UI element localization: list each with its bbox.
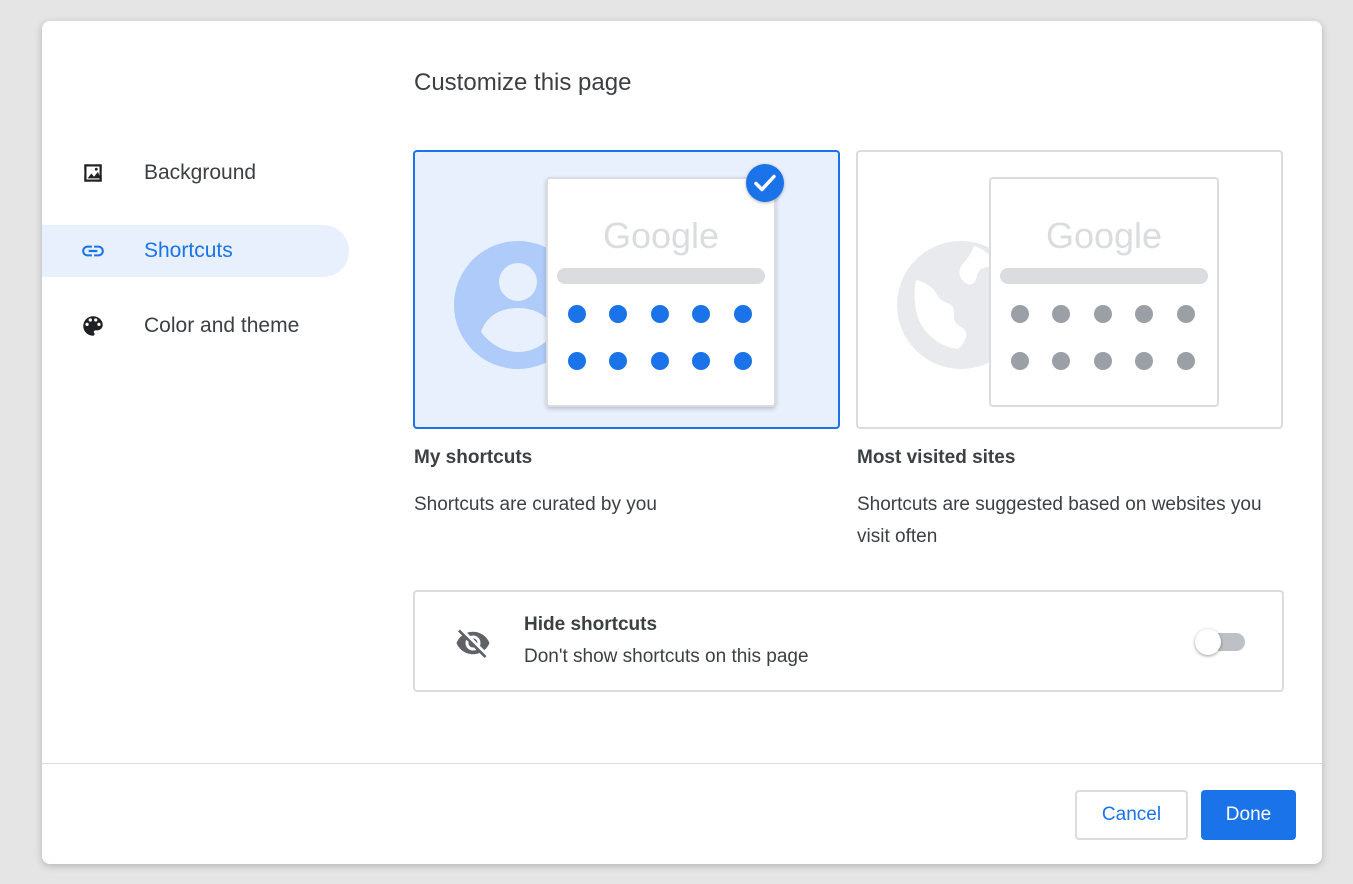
shortcut-dot — [651, 305, 669, 323]
shortcut-dot — [568, 352, 586, 370]
hide-shortcuts-title: Hide shortcuts — [524, 614, 658, 635]
shortcut-dot — [609, 305, 627, 323]
toggle-knob — [1195, 629, 1221, 655]
shortcut-dot — [568, 305, 586, 323]
hide-shortcuts-subtitle: Don't show shortcuts on this page — [524, 646, 809, 667]
option-my-shortcuts[interactable]: Google — [413, 150, 840, 429]
selected-check-badge — [746, 164, 784, 202]
customize-dialog: Customize this page Background Shortcuts… — [42, 21, 1322, 864]
option-title: My shortcuts — [414, 447, 533, 468]
shortcut-dot — [1094, 305, 1112, 323]
sidebar-item-label: Background — [144, 161, 257, 184]
shortcut-dot — [1011, 305, 1029, 323]
eye-off-icon — [456, 629, 490, 658]
google-logo: Google — [1045, 215, 1163, 256]
shortcut-dot — [1177, 305, 1195, 323]
shortcut-dot — [1094, 352, 1112, 370]
palette-icon — [83, 316, 103, 336]
footer-divider — [42, 763, 1322, 764]
dialog-title: Customize this page — [414, 69, 632, 96]
option-description: Shortcuts are curated by you — [414, 494, 657, 515]
google-logo: Google — [602, 215, 720, 256]
shortcut-dot — [609, 352, 627, 370]
shortcut-dot — [692, 305, 710, 323]
sidebar-item-label: Color and theme — [144, 314, 300, 337]
sidebar-item-background[interactable]: Background — [42, 147, 349, 199]
sidebar-item-shortcuts[interactable]: Shortcuts — [42, 225, 349, 277]
shortcut-dot — [1135, 352, 1153, 370]
check-icon — [754, 174, 776, 192]
shortcut-dot — [1135, 305, 1153, 323]
shortcut-dot — [651, 352, 669, 370]
image-icon — [84, 164, 102, 182]
shortcut-dot — [734, 305, 752, 323]
shortcut-dot — [1052, 305, 1070, 323]
mini-page-preview: Google — [546, 177, 776, 407]
link-icon — [82, 245, 104, 257]
mini-search-bar — [557, 268, 765, 284]
shortcut-dot — [1011, 352, 1029, 370]
sidebar-item-label: Shortcuts — [144, 239, 233, 262]
option-most-visited-sites[interactable]: Google — [856, 150, 1283, 429]
sidebar-item-color-and-theme[interactable]: Color and theme — [42, 300, 349, 352]
shortcut-dot — [692, 352, 710, 370]
hide-shortcuts-row: Hide shortcuts Don't show shortcuts on t… — [413, 590, 1284, 692]
done-button[interactable]: Done — [1201, 790, 1296, 840]
cancel-button[interactable]: Cancel — [1075, 790, 1188, 840]
shortcut-dot — [1177, 352, 1195, 370]
mini-search-bar — [1000, 268, 1208, 284]
shortcut-dot — [734, 352, 752, 370]
hide-shortcuts-toggle[interactable] — [1195, 629, 1247, 655]
shortcut-dot — [1052, 352, 1070, 370]
mini-page-preview: Google — [989, 177, 1219, 407]
option-title: Most visited sites — [857, 447, 1016, 468]
option-description: Shortcuts are suggested based on website… — [857, 494, 1262, 547]
